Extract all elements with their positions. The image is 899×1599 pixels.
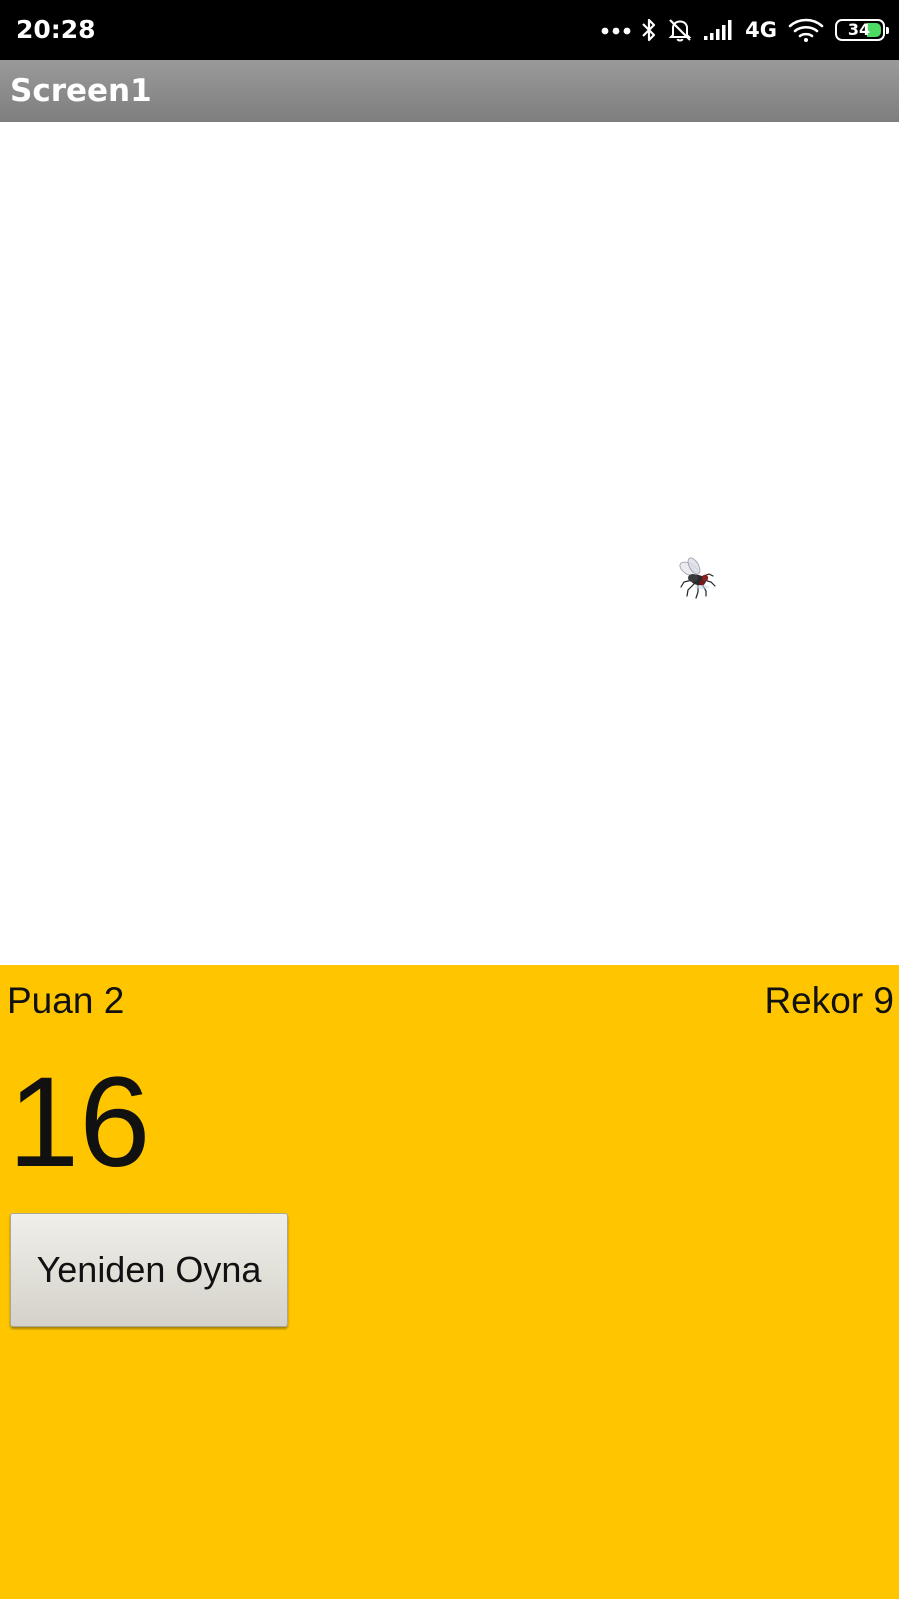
fly-icon[interactable] <box>672 556 722 606</box>
replay-button[interactable]: Yeniden Oyna <box>10 1213 288 1327</box>
battery-level: 34 <box>847 20 871 39</box>
battery-tip <box>886 27 889 34</box>
record-label: Rekor 9 <box>764 980 894 1021</box>
screen-title: Screen1 <box>10 73 152 109</box>
status-icons: 4G 34 <box>601 14 889 46</box>
signal-icon <box>703 19 735 41</box>
wifi-icon <box>787 17 825 43</box>
more-dots-icon <box>601 25 631 35</box>
game-panel: Puan 2 Rekor 9 16 Yeniden Oyna <box>0 965 899 1599</box>
bell-off-icon <box>667 17 693 43</box>
bluetooth-icon <box>641 17 657 43</box>
timer-label: 16 <box>8 1051 151 1194</box>
title-bar: Screen1 <box>0 60 899 122</box>
game-canvas[interactable] <box>0 122 899 965</box>
battery-icon: 34 <box>835 19 889 41</box>
network-type: 4G <box>745 18 777 42</box>
status-bar: 20:28 4G 34 <box>0 0 899 60</box>
status-time: 20:28 <box>16 15 96 44</box>
score-label: Puan 2 <box>7 980 125 1021</box>
